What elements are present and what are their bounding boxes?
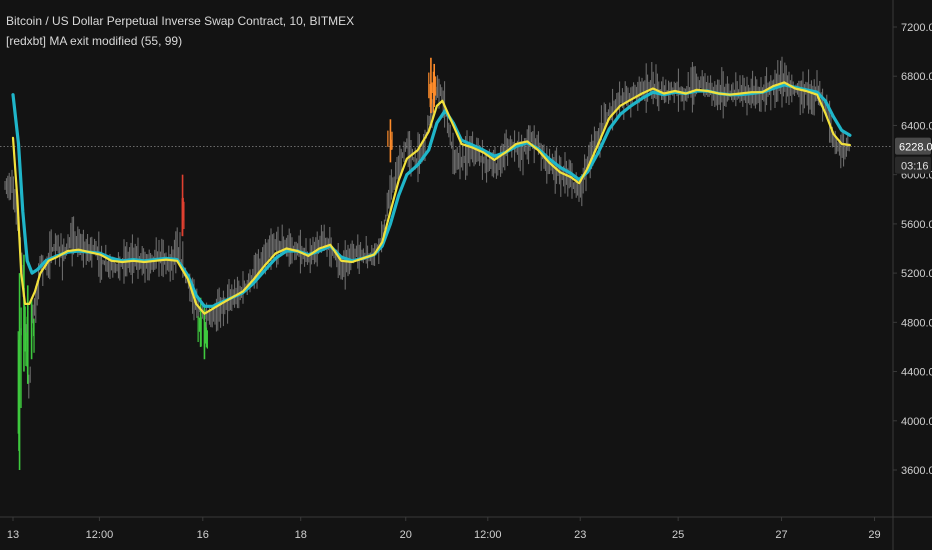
x-tick-label: 12:00 [86, 529, 114, 541]
x-tick-label: 25 [672, 529, 684, 541]
x-tick-label: 29 [868, 529, 880, 541]
y-tick-label: 7200.0 [901, 22, 932, 34]
x-tick-label: 23 [574, 529, 586, 541]
indicator-legend[interactable]: [redxbt] MA exit modified (55, 99) [6, 34, 182, 48]
y-tick-label: 4000.0 [901, 416, 932, 428]
y-tick-label: 4400.0 [901, 367, 932, 379]
price-chart[interactable]: 3600.04000.04400.04800.05200.05600.06000… [0, 0, 932, 550]
symbol-legend[interactable]: Bitcoin / US Dollar Perpetual Inverse Sw… [6, 14, 354, 28]
y-tick-label: 6400.0 [901, 120, 932, 132]
x-tick-label: 12:00 [474, 529, 502, 541]
symbol-title: Bitcoin / US Dollar Perpetual Inverse Sw… [6, 14, 355, 28]
x-tick-label: 13 [7, 529, 19, 541]
y-tick-label: 4800.0 [901, 317, 932, 329]
last-price-label: 6228.0 [899, 142, 932, 154]
indicator-params: (55, 99) [140, 34, 183, 48]
countdown-label: 03:16 [901, 161, 929, 173]
y-tick-label: 3600.0 [901, 465, 932, 477]
y-tick-label: 5600.0 [901, 219, 932, 231]
y-tick-label: 6800.0 [901, 71, 932, 83]
x-tick-label: 27 [775, 529, 787, 541]
x-tick-label: 20 [400, 529, 412, 541]
indicator-name: [redxbt] MA exit modified [6, 34, 138, 48]
y-tick-label: 5200.0 [901, 268, 932, 280]
x-tick-label: 18 [295, 529, 307, 541]
x-tick-label: 16 [197, 529, 209, 541]
